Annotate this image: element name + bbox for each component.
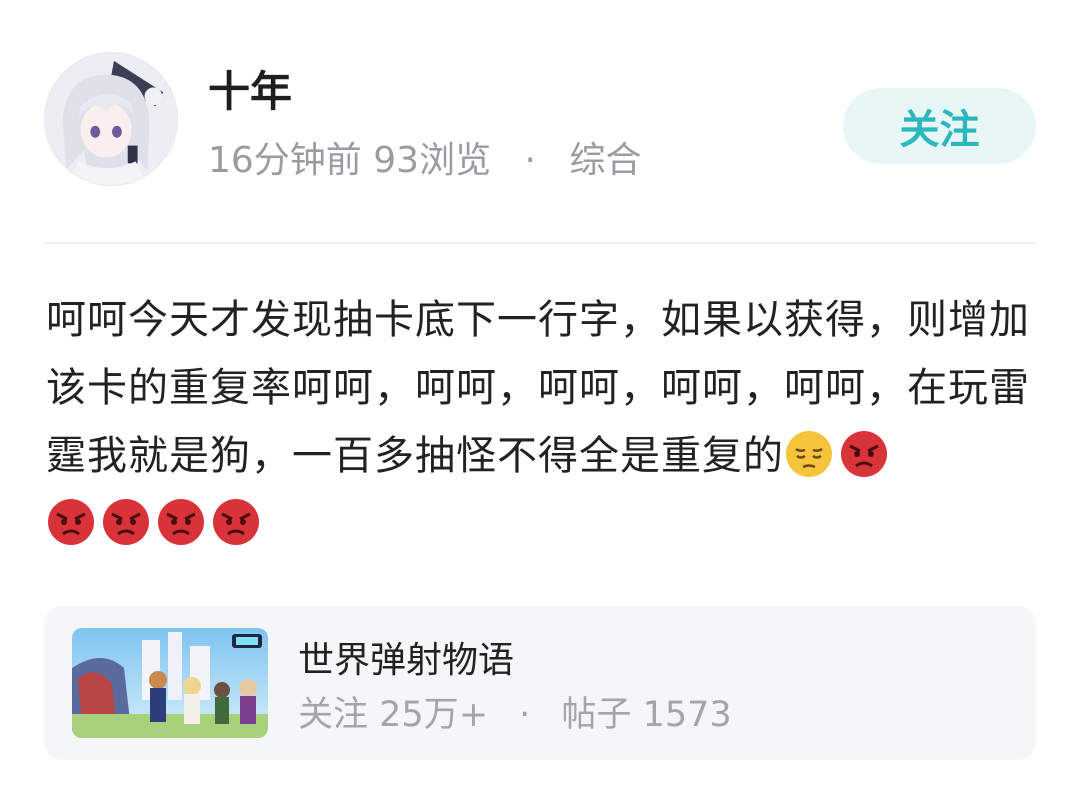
posts-label: 帖子 <box>561 695 632 735</box>
post-time: 16分钟前 <box>208 140 362 181</box>
angry-face-icon <box>156 497 206 547</box>
angry-face-icon <box>101 497 151 547</box>
post-meta: 16分钟前 93浏览 · 综合 <box>208 136 641 186</box>
game-thumbnail <box>72 628 268 738</box>
angry-face-icon <box>839 429 889 479</box>
followers-count: 25万+ <box>379 695 489 735</box>
avatar-image <box>45 53 177 185</box>
game-card[interactable]: 世界弹射物语 关注 25万+ · 帖子 1573 <box>44 606 1036 760</box>
post-content: 呵呵今天才发现抽卡底下一行字，如果以获得，则增加该卡的重复率呵呵，呵呵，呵呵，呵… <box>46 286 1038 558</box>
author-name[interactable]: 十年 <box>208 64 292 120</box>
author-avatar[interactable] <box>44 52 178 186</box>
post-category[interactable]: 综合 <box>569 140 641 181</box>
meta-separator: · <box>524 140 536 181</box>
angry-face-icon <box>211 497 261 547</box>
game-name: 世界弹射物语 <box>298 640 515 681</box>
game-cover-image <box>72 628 268 738</box>
header-divider <box>44 242 1036 244</box>
post-views: 93浏览 <box>373 140 492 181</box>
pensive-face-icon <box>784 429 834 479</box>
posts-count: 1573 <box>642 695 732 735</box>
angry-face-icon <box>46 497 96 547</box>
stats-separator: · <box>519 695 531 735</box>
followers-label: 关注 <box>298 695 369 735</box>
post-page: 十年 16分钟前 93浏览 · 综合 关注 呵呵今天才发现抽卡底下一行字，如果以… <box>0 0 1080 790</box>
follow-button[interactable]: 关注 <box>843 88 1036 164</box>
game-stats: 关注 25万+ · 帖子 1573 <box>298 690 732 740</box>
